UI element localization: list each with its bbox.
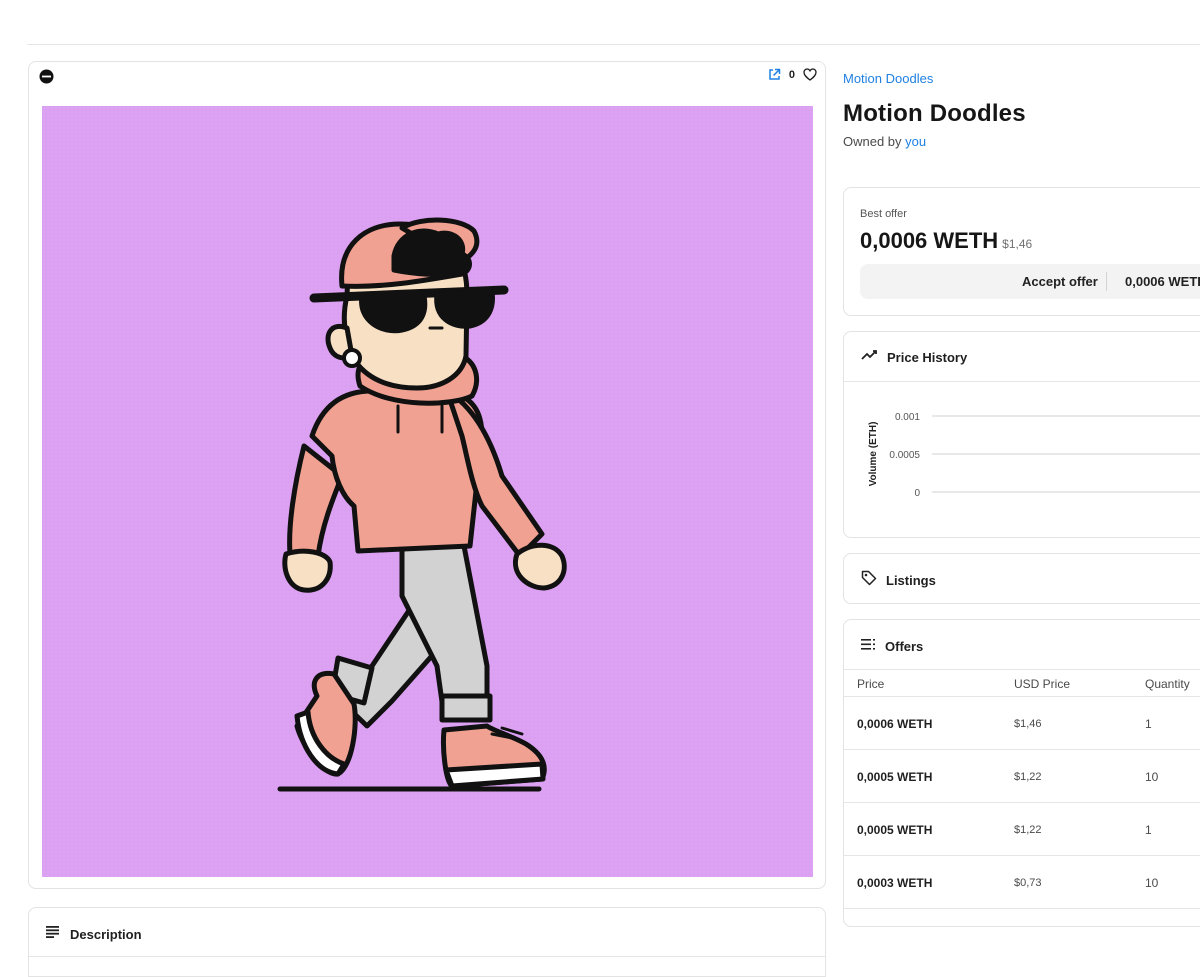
listings-label: Listings — [886, 573, 936, 588]
offer-price: 0,0005 WETH — [857, 770, 933, 784]
best-offer-price: 0,0006 WETH — [860, 228, 999, 253]
header-divider — [27, 44, 1200, 45]
best-offer-price-line: 0,0006 WETH $1,46 — [860, 228, 1032, 254]
offers-table: Price USD Price Quantity 0,0006 WETH $1,… — [844, 670, 1200, 909]
description-lines-icon — [46, 925, 60, 943]
chain-icon — [39, 69, 54, 84]
offer-quantity: 1 — [1145, 823, 1152, 837]
offers-table-header: Price USD Price Quantity — [844, 670, 1200, 697]
best-offer-panel: Best offer 0,0006 WETH $1,46 Accept offer… — [843, 187, 1200, 316]
best-offer-label: Best offer — [860, 208, 907, 220]
accept-offer-label: Accept offer — [1022, 274, 1098, 289]
offer-usd-price: $1,46 — [1014, 718, 1042, 730]
heart-icon[interactable] — [803, 68, 817, 81]
favorite-count: 0 — [788, 68, 795, 81]
description-header[interactable]: Description — [46, 925, 142, 943]
walking-character-illustration — [277, 217, 567, 792]
y-axis-label: Volume (ETH) — [868, 422, 879, 487]
offers-label: Offers — [885, 638, 924, 654]
description-label: Description — [70, 926, 142, 942]
table-row: 0,0005 WETH $1,22 1 — [844, 803, 1200, 856]
offer-quantity: 10 — [1145, 876, 1159, 890]
column-header-quantity: Quantity — [1145, 677, 1190, 691]
price-history-chart: 0.001 0.0005 0 Volume (ETH) — [868, 412, 1200, 499]
description-divider — [29, 956, 825, 957]
column-header-price: Price — [857, 677, 885, 691]
best-offer-usd: $1,46 — [1002, 237, 1033, 251]
owner-link[interactable]: you — [905, 134, 926, 149]
offer-quantity: 1 — [1145, 717, 1152, 731]
offers-header[interactable]: Offers — [861, 637, 923, 655]
offer-price: 0,0003 WETH — [857, 876, 933, 890]
table-row: 0,0005 WETH $1,22 10 — [844, 750, 1200, 803]
table-row: 0,0003 WETH $0,73 10 — [844, 856, 1200, 909]
offer-price: 0,0006 WETH — [857, 717, 933, 731]
collection-link[interactable]: Motion Doodles — [843, 71, 933, 86]
page-title: Motion Doodles — [843, 100, 1026, 127]
column-header-usd-price: USD Price — [1014, 677, 1071, 691]
price-history-label: Price History — [887, 349, 968, 365]
offer-usd-price: $0,73 — [1014, 877, 1042, 889]
accept-offer-price: 0,0006 WETH — [1125, 274, 1200, 289]
nft-artwork — [42, 106, 813, 877]
owned-by-label: Owned by — [843, 134, 906, 149]
offer-usd-price: $1,22 — [1014, 824, 1042, 836]
table-row: 0,0006 WETH $1,46 1 — [844, 697, 1200, 750]
trend-line-icon — [861, 348, 878, 366]
y-tick-label: 0 — [914, 488, 920, 499]
y-tick-label: 0.001 — [895, 412, 920, 423]
description-panel[interactable]: Description — [28, 907, 826, 977]
list-icon — [861, 637, 876, 655]
accept-offer-divider — [1106, 272, 1107, 291]
price-history-panel: Price History 0.001 0.0005 0 Volume (ETH… — [843, 331, 1200, 538]
offers-panel: Offers Price USD Price Quantity 0,0006 W… — [843, 619, 1200, 927]
external-link-icon[interactable] — [768, 68, 781, 81]
offer-quantity: 10 — [1145, 770, 1159, 784]
listings-header[interactable]: Listings — [861, 570, 936, 591]
owner-line: Owned by you — [843, 134, 926, 149]
price-history-header[interactable]: Price History — [861, 348, 967, 366]
accept-offer-button[interactable]: Accept offer 0,0006 WETH — [860, 264, 1200, 299]
y-tick-label: 0.0005 — [889, 450, 920, 461]
offer-price: 0,0005 WETH — [857, 823, 933, 837]
listings-panel[interactable]: Listings — [843, 553, 1200, 604]
offer-usd-price: $1,22 — [1014, 771, 1042, 783]
media-card: 0 — [28, 61, 826, 889]
card-actions: 0 — [768, 68, 817, 81]
tag-icon — [861, 570, 877, 591]
